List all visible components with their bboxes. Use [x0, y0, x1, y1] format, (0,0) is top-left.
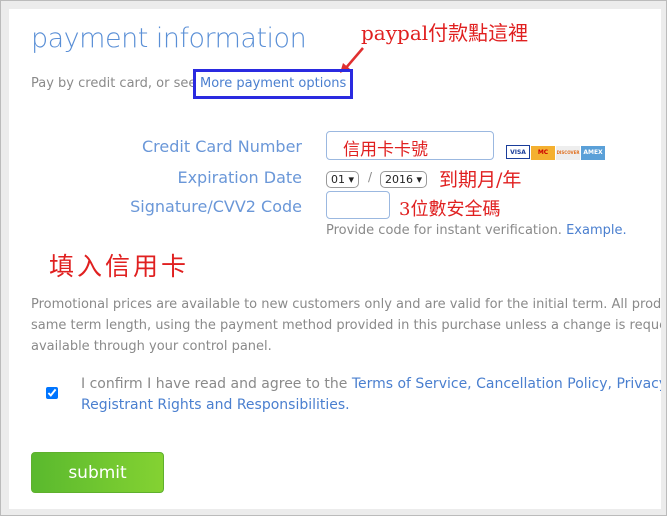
date-separator: / — [368, 170, 373, 184]
cvv-hint-text: Provide code for instant verification. — [326, 223, 562, 238]
year-value: 2016 — [385, 173, 413, 186]
more-payment-options-link[interactable]: More payment options — [193, 69, 354, 99]
card-number-input[interactable]: 信用卡卡號 — [326, 131, 494, 160]
cancellation-policy-link[interactable]: Cancellation Policy, — [476, 376, 612, 392]
visa-icon: VISA — [506, 145, 530, 159]
agree-checkbox[interactable] — [46, 387, 58, 399]
amex-icon: AMEX — [581, 146, 605, 160]
page-title: payment information — [31, 23, 307, 54]
annotation-fill-in: 填入信用卡 — [49, 252, 190, 281]
mastercard-icon: MC — [531, 146, 555, 160]
registrant-rights-link[interactable]: Registrant Rights and Responsibilities. — [81, 395, 661, 416]
cvv-label: Signature/CVV2 Code — [130, 197, 302, 216]
annotation-cvv: 3位數安全碼 — [399, 199, 501, 220]
annotation-paypal: paypal付款點這裡 — [361, 21, 529, 45]
card-logos: VISA MC DISCOVER AMEX — [506, 139, 606, 160]
confirm-text: I confirm I have read and agree to the T… — [81, 374, 661, 416]
expiration-label: Expiration Date — [177, 168, 302, 187]
month-value: 01 — [331, 173, 345, 186]
year-select[interactable]: 2016 ▾ — [380, 171, 428, 188]
cvv-hint: Provide code for instant verification. E… — [326, 223, 627, 238]
promo-line: same term length, using the payment meth… — [31, 318, 661, 333]
submit-button[interactable]: submit — [31, 452, 164, 493]
payment-panel: payment information paypal付款點這裡 Pay by c… — [9, 9, 661, 509]
month-select[interactable]: 01 ▾ — [326, 171, 360, 188]
annotation-expiry: 到期月/年 — [439, 169, 522, 191]
privacy-statement-link[interactable]: Privacy Stater — [616, 376, 661, 392]
terms-of-service-link[interactable]: Terms of Service, — [352, 376, 472, 392]
annotation-card-number: 信用卡卡號 — [343, 140, 428, 160]
card-number-label: Credit Card Number — [142, 137, 302, 156]
example-link[interactable]: Example. — [566, 223, 627, 238]
promo-text: Promotional prices are available to new … — [31, 294, 661, 357]
intro-text: Pay by credit card, or see — [31, 76, 197, 91]
promo-line: Promotional prices are available to new … — [31, 297, 661, 312]
cvv-input[interactable] — [326, 191, 390, 219]
confirm-label: I confirm I have read and agree to the — [81, 376, 348, 392]
promo-line: available through your control panel. — [31, 339, 272, 354]
discover-icon: DISCOVER — [556, 146, 580, 160]
